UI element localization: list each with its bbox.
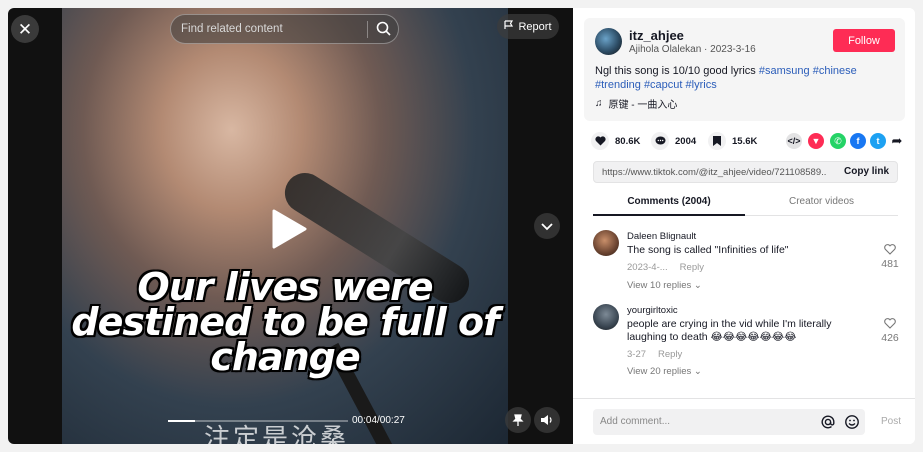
close-button[interactable]: ✕ <box>11 15 39 43</box>
hashtag-link[interactable]: #samsung <box>759 65 810 77</box>
comment-count: 2004 <box>675 135 697 147</box>
volume-button[interactable] <box>534 407 560 433</box>
heart-outline-icon <box>875 244 905 258</box>
comment-date: 2023-4-... <box>627 262 668 273</box>
app-window: ✕ Find related content Report Our lives … <box>8 8 915 444</box>
pin-icon <box>512 414 524 426</box>
search-placeholder: Find related content <box>181 23 283 35</box>
floating-player-button[interactable] <box>505 407 531 433</box>
heart-icon <box>591 132 609 150</box>
flag-icon <box>504 20 514 33</box>
comment-text: people are crying in the vid while I'm l… <box>627 318 832 343</box>
play-icon <box>272 209 307 249</box>
mention-icon[interactable] <box>820 414 836 435</box>
comment-meta: 3-27 Reply <box>627 349 682 360</box>
view-replies-label: View 20 replies <box>627 366 692 377</box>
hashtag-link[interactable]: #chinese <box>813 65 857 77</box>
bookmark-icon <box>708 132 726 150</box>
comment-date: 3-27 <box>627 349 647 360</box>
tab-comments[interactable]: Comments (2004) <box>593 196 745 216</box>
comment-input[interactable]: Add comment... <box>593 409 865 435</box>
details-panel: itz_ahjee Ajihola Olalekan · 2023-3-16 F… <box>573 8 915 444</box>
search-divider <box>367 21 368 38</box>
comment-like-button[interactable]: 481 <box>875 244 905 270</box>
commenter-avatar[interactable] <box>593 230 619 256</box>
send-icon[interactable]: ▼ <box>808 133 824 149</box>
save-action[interactable]: 15.6K <box>708 132 757 150</box>
follow-button[interactable]: Follow <box>833 29 895 52</box>
report-button[interactable]: Report <box>497 14 559 39</box>
chevron-down-icon: ⌄ <box>693 280 702 291</box>
hashtag-link[interactable]: #lyrics <box>686 79 717 91</box>
progress-bar[interactable] <box>168 420 348 422</box>
play-button[interactable] <box>270 208 308 250</box>
post-description: Ngl this song is 10/10 good lyrics #sams… <box>595 64 895 92</box>
comment-like-button[interactable]: 426 <box>875 318 905 344</box>
chevron-down-icon: ⌄ <box>693 366 702 377</box>
description-text: Ngl this song is 10/10 good lyrics <box>595 65 759 77</box>
share-link-url[interactable]: https://www.tiktok.com/@itz_ahjee/video/… <box>602 167 827 178</box>
emoji-icon[interactable] <box>844 414 860 435</box>
author-meta: Ajihola Olalekan · 2023-3-16 <box>629 44 756 55</box>
commenter-avatar[interactable] <box>593 304 619 330</box>
report-label: Report <box>518 20 552 33</box>
post-date: 2023-3-16 <box>710 44 756 55</box>
comment-meta: 2023-4-... Reply <box>627 262 704 273</box>
heart-outline-icon <box>875 318 905 332</box>
embed-icon[interactable]: </> <box>786 133 802 149</box>
hashtag-link[interactable]: #trending <box>595 79 641 91</box>
music-title: 原键 - 一曲入心 <box>608 100 678 111</box>
hashtag-link[interactable]: #capcut <box>644 79 683 91</box>
whatsapp-icon[interactable]: ✆ <box>830 133 846 149</box>
reply-button[interactable]: Reply <box>680 262 704 273</box>
comment-action[interactable]: 2004 <box>651 132 696 150</box>
comment-like-count: 426 <box>881 332 899 344</box>
comment-bar: Add comment... Post <box>573 398 915 444</box>
comment-placeholder: Add comment... <box>600 416 671 427</box>
author-username[interactable]: itz_ahjee <box>629 28 684 43</box>
author-name: Ajihola Olalekan <box>629 44 702 55</box>
comment-text: The song is called "Infinities of life" <box>627 244 789 256</box>
time-readout: 00:04/00:27 <box>352 415 405 426</box>
author-avatar[interactable] <box>595 28 622 55</box>
like-count: 80.6K <box>615 135 641 147</box>
commenter-name[interactable]: yourgirltoxic <box>627 305 678 316</box>
video-caption: Our lives were destined to be full of ch… <box>62 268 508 379</box>
copy-link-button[interactable]: Copy link <box>844 166 889 177</box>
music-note-icon: ♫ <box>595 98 603 109</box>
next-video-button[interactable] <box>534 213 560 239</box>
progress-fill <box>168 420 195 422</box>
save-count: 15.6K <box>732 135 758 147</box>
share-arrow-icon[interactable]: ➦ <box>889 133 905 149</box>
chevron-down-icon <box>541 223 553 231</box>
post-info-card: itz_ahjee Ajihola Olalekan · 2023-3-16 F… <box>584 18 905 121</box>
facebook-icon[interactable]: f <box>850 133 866 149</box>
view-replies-link[interactable]: View 10 replies ⌄ <box>627 280 702 291</box>
video-player[interactable]: ✕ Find related content Report Our lives … <box>8 8 573 444</box>
speaker-icon <box>541 415 552 425</box>
view-replies-link[interactable]: View 20 replies ⌄ <box>627 366 702 377</box>
caption-line-3: change <box>210 335 360 379</box>
commenter-name[interactable]: Daleen Blignault <box>627 231 696 242</box>
comment-like-count: 481 <box>881 258 899 270</box>
panel-tabs: Comments (2004) Creator videos <box>593 196 898 216</box>
tab-creator-videos[interactable]: Creator videos <box>745 196 898 207</box>
action-bar: 80.6K 2004 15.6K </> ▼ ✆ f t ➦ <box>591 132 905 152</box>
post-comment-button[interactable]: Post <box>881 416 901 427</box>
music-link[interactable]: ♫ 原键 - 一曲入心 <box>595 96 677 111</box>
twitter-icon[interactable]: t <box>870 133 886 149</box>
close-icon: ✕ <box>17 19 33 39</box>
search-input[interactable]: Find related content <box>170 14 399 44</box>
view-replies-label: View 10 replies <box>627 280 692 291</box>
search-icon[interactable] <box>375 20 393 41</box>
reply-button[interactable]: Reply <box>658 349 682 360</box>
like-action[interactable]: 80.6K <box>591 132 640 150</box>
comment-icon <box>651 132 669 150</box>
share-link-row: https://www.tiktok.com/@itz_ahjee/video/… <box>593 161 898 183</box>
